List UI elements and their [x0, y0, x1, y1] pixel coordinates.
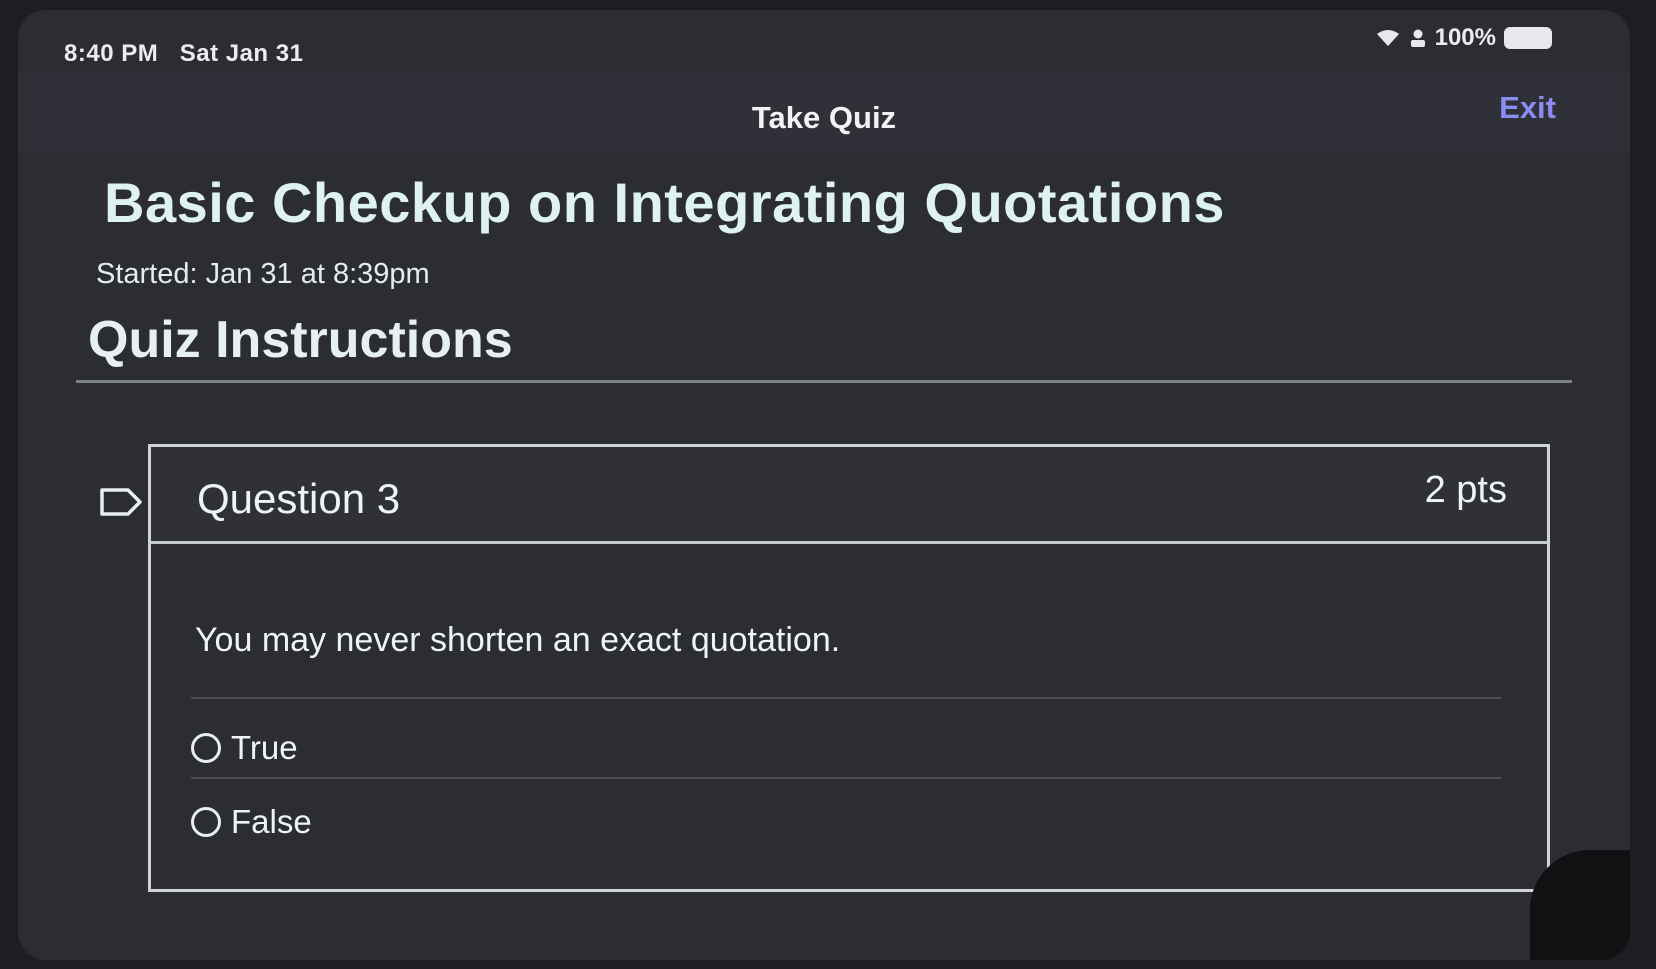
section-divider — [76, 380, 1572, 383]
wifi-icon — [1376, 30, 1399, 46]
status-time-date: 8:40 PM Sat Jan 31 — [64, 40, 303, 68]
exit-button[interactable]: Exit — [1499, 90, 1556, 126]
battery-icon — [1504, 27, 1552, 49]
flag-question-icon[interactable] — [98, 486, 144, 518]
option-divider — [191, 777, 1501, 779]
question-text: You may never shorten an exact quotation… — [195, 621, 841, 659]
question-points: 2 pts — [1424, 469, 1507, 511]
option-label: True — [231, 729, 298, 766]
nav-title: Take Quiz — [751, 100, 897, 135]
battery-percent: 100% — [1434, 24, 1496, 51]
status-date: Sat Jan 31 — [179, 40, 304, 67]
option-label: False — [231, 803, 312, 840]
option-divider — [191, 697, 1501, 699]
quiz-instructions-heading[interactable]: Quiz Instructions — [88, 310, 513, 370]
nav-bar: Take Quiz Exit — [18, 72, 1630, 152]
status-bar: 8:40 PM Sat Jan 31 100% — [18, 10, 1630, 72]
question-number: Question 3 — [197, 475, 401, 522]
radio-icon[interactable] — [191, 733, 221, 763]
quiz-title: Basic Checkup on Integrating Quotations — [104, 171, 1225, 234]
started-timestamp: Started: Jan 31 at 8:39pm — [96, 258, 430, 290]
radio-icon[interactable] — [191, 807, 221, 837]
question-card: Question 3 2 pts You may never shorten a… — [148, 444, 1550, 892]
status-time: 8:40 PM — [64, 40, 159, 67]
question-header: Question 3 2 pts — [151, 447, 1547, 544]
option-false[interactable]: False — [191, 803, 312, 841]
person-icon — [1410, 29, 1425, 47]
status-indicators: 100% — [1375, 24, 1552, 52]
option-true[interactable]: True — [191, 729, 298, 767]
app-screen: 8:40 PM Sat Jan 31 100% Take Quiz Exit B… — [18, 10, 1630, 960]
